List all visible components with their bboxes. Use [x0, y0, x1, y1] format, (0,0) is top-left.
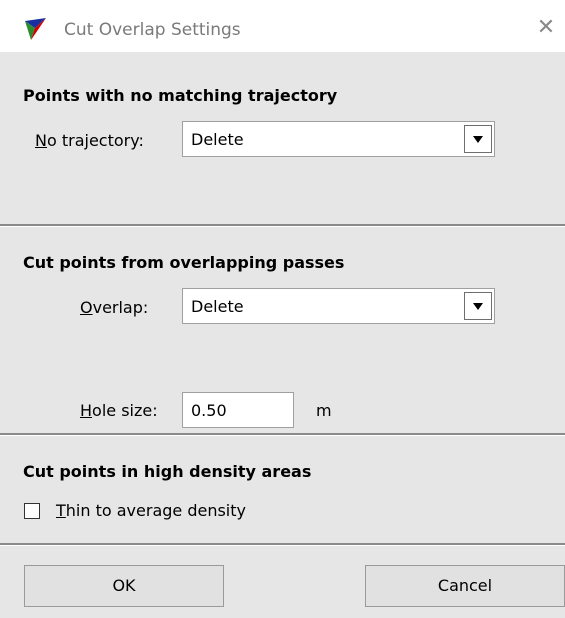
hole-size-input[interactable]: 0.50 [182, 392, 294, 428]
section-divider [0, 543, 565, 546]
cancel-button[interactable]: Cancel [365, 565, 565, 607]
no-trajectory-label-text: o trajectory: [46, 131, 144, 150]
no-trajectory-mnemonic: N [35, 131, 47, 150]
section-divider [0, 224, 565, 227]
trajectory-section-title: Points with no matching trajectory [23, 86, 338, 105]
thin-density-checkbox[interactable] [24, 503, 40, 519]
chevron-down-icon[interactable] [464, 292, 492, 320]
hole-size-label: Hole size: [80, 401, 158, 420]
thin-density-mnemonic: T [56, 501, 66, 520]
density-section-title: Cut points in high density areas [23, 462, 312, 481]
hole-size-unit: m [316, 401, 332, 420]
no-trajectory-value: Delete [191, 130, 244, 149]
close-icon[interactable]: ✕ [532, 14, 560, 42]
cut-overlap-settings-dialog: Cut Overlap Settings ✕ Points with no ma… [0, 0, 565, 618]
hole-size-value: 0.50 [191, 401, 227, 420]
no-trajectory-dropdown[interactable]: Delete [182, 121, 495, 157]
chevron-down-icon[interactable] [464, 125, 492, 153]
overlap-label: Overlap: [80, 298, 148, 317]
title-bar[interactable]: Cut Overlap Settings ✕ [0, 0, 565, 52]
overlap-mnemonic: O [80, 298, 93, 317]
ok-button[interactable]: OK [24, 565, 224, 607]
section-divider [0, 433, 565, 436]
window-title: Cut Overlap Settings [64, 20, 241, 40]
thin-density-label[interactable]: Thin to average density [56, 501, 246, 520]
hole-size-label-text: ole size: [92, 401, 158, 420]
triangle-logo-icon [25, 18, 46, 40]
no-trajectory-label: No trajectory: [35, 131, 144, 150]
thin-density-label-text: hin to average density [65, 501, 246, 520]
overlap-label-text: verlap: [92, 298, 149, 317]
overlap-value: Delete [191, 297, 244, 316]
overlap-section-title: Cut points from overlapping passes [23, 253, 345, 272]
hole-size-mnemonic: H [80, 401, 93, 420]
overlap-dropdown[interactable]: Delete [182, 288, 495, 324]
